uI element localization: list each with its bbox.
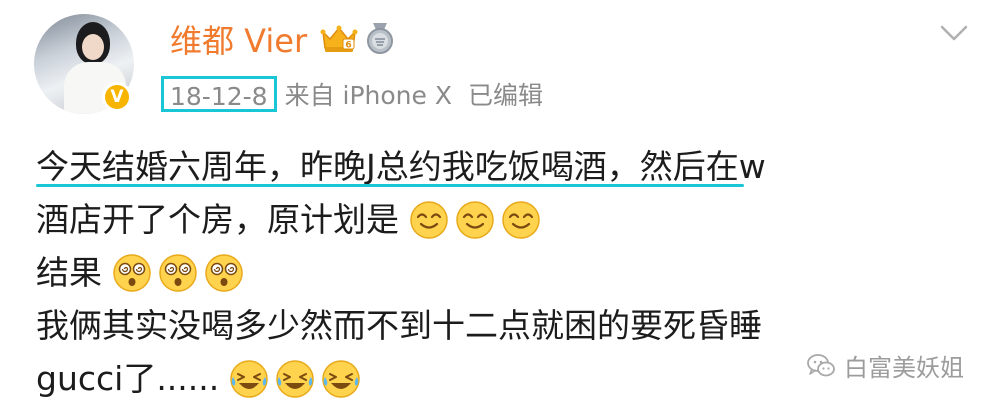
laugh-cry-emoji-icon: [230, 359, 269, 398]
highlight-underline: [36, 184, 744, 187]
laugh-cry-emoji-icon: [322, 359, 361, 398]
smile-emoji-icon: [410, 200, 448, 239]
smile-emoji-icon: [502, 200, 540, 239]
watermark-text: 白富美妖姐: [844, 354, 964, 382]
post-line-1: 今天结婚六周年，昨晚J总约我吃饭喝酒，然后在w: [36, 140, 966, 193]
dizzy-emoji-icon: [205, 253, 243, 292]
edited-label: 已编辑: [468, 81, 544, 110]
laugh-cry-emoji-icon: [276, 359, 315, 398]
smile-emoji-icon: [456, 200, 494, 239]
medal-icon: [367, 23, 393, 54]
wechat-icon: [807, 353, 835, 376]
dizzy-emoji-icon: [159, 253, 197, 292]
crown-icon: 6: [320, 25, 358, 52]
post-line-5-text: gucci了......: [36, 359, 220, 398]
post-source: 来自 iPhone X: [284, 81, 452, 110]
svg-text:6: 6: [345, 41, 351, 51]
dizzy-emoji-icon: [113, 253, 151, 292]
post-line-3-text: 结果: [36, 253, 102, 292]
verified-badge-icon: V: [102, 82, 132, 112]
post-date: 18-12-8: [161, 76, 277, 112]
post-line-4: 我俩其实没喝多少然而不到十二点就困的要死昏睡: [36, 299, 966, 352]
avatar-face: [82, 34, 104, 60]
post-line-4-text: 我俩其实没喝多少然而不到十二点就困的要死昏睡: [36, 306, 762, 345]
post-line-2: 酒店开了个房，原计划是: [36, 193, 966, 246]
post-line-3: 结果: [36, 246, 966, 299]
post-meta: 18-12-8 来自 iPhone X 已编辑: [161, 76, 544, 112]
chevron-down-icon[interactable]: [940, 24, 968, 42]
watermark: 白富美妖姐: [806, 348, 964, 383]
post-line-2-text: 酒店开了个房，原计划是: [36, 200, 399, 239]
username[interactable]: 维都 Vier: [170, 16, 307, 62]
